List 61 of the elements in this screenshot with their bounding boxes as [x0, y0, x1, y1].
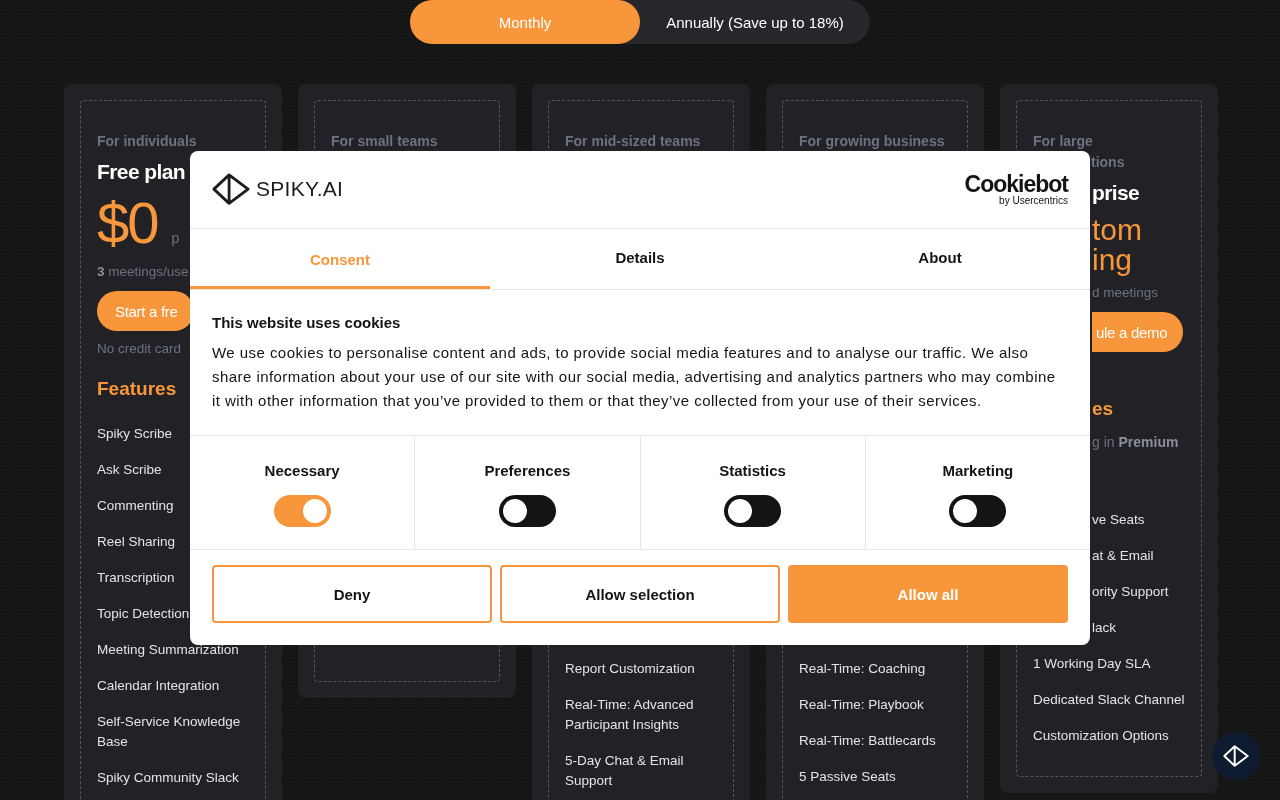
dialog-title: This website uses cookies — [212, 314, 402, 331]
feature-item: Transcription — [97, 569, 176, 587]
feature-item: Real-Time: Playbook — [799, 696, 925, 714]
plan-audience: For individuals — [97, 132, 197, 151]
feature-item: 5 Passive Seats — [799, 768, 897, 786]
features-heading: Features — [97, 378, 177, 400]
credit-card-note: No credit card — [97, 341, 182, 356]
consent-switch[interactable] — [724, 495, 782, 527]
plan-price: $0 — [97, 190, 158, 256]
price-note: p — [171, 230, 180, 246]
category-label: Statistics — [719, 462, 786, 479]
plan-name: Free plan — [97, 160, 185, 184]
plan-audience: For large — [1033, 132, 1093, 151]
feature-item: Dedicated Slack Channel — [1033, 691, 1185, 709]
feature-item: 5-Day Chat & Email Support — [565, 752, 685, 790]
consent-switch[interactable] — [498, 495, 556, 527]
features-heading: es — [1092, 398, 1114, 420]
consent-switch[interactable] — [273, 495, 331, 527]
feature-item: Report Customization — [565, 660, 696, 678]
feature-item: Real-Time: Battlecards — [799, 732, 937, 750]
billing-option[interactable]: Annually (Save up to 18%) — [640, 0, 870, 44]
plan-audience: For mid-sized teams — [565, 132, 701, 151]
chat-launcher-button[interactable] — [1212, 732, 1260, 780]
feature-item: Topic Detection — [97, 605, 191, 623]
category-label: Preferences — [484, 462, 571, 479]
feature-item: Ask Scribe — [97, 461, 163, 479]
plan-price: ing — [1092, 245, 1133, 275]
feature-item: lack — [1092, 619, 1117, 637]
includes-note: g in Premium — [1092, 434, 1179, 450]
logo-text: SPIKY.AI — [256, 177, 344, 202]
brand-name: Cookiebot — [964, 173, 1068, 196]
feature-item: Spiky Scribe — [97, 425, 174, 443]
diamond-logo-icon — [1223, 744, 1249, 768]
plan-price: tom — [1092, 215, 1142, 245]
feature-item: Commenting — [97, 497, 175, 515]
category-label: Necessary — [264, 462, 340, 479]
plan-audience: For growing business — [799, 132, 945, 151]
feature-item: at & Email — [1092, 547, 1155, 565]
feature-item: Real-Time: Coaching — [799, 660, 927, 678]
feature-item: Calendar Integration — [97, 677, 221, 695]
feature-item: Customization Options — [1033, 727, 1170, 745]
meetings-limit: 3 meetings/use — [97, 264, 189, 279]
consent-button[interactable]: Allow selection — [500, 565, 780, 623]
brand-tagline: by Usercentrics — [999, 196, 1068, 206]
dialog-text: We use cookies to personalise content and ads, to provide social media features and to analyse our traffic. We also share information about your use of our site with our social media, advertising and analytics partners who may combine it with other information that you’ve provided to them or that they’ve collected from your use of their services. — [212, 343, 1057, 411]
diamond-logo-icon — [212, 173, 250, 206]
category-label: Marketing — [942, 462, 1014, 479]
consent-button[interactable]: Deny — [212, 565, 492, 623]
feature-item: Self-Service Knowledge Base — [97, 713, 242, 751]
feature-item: Real-Time: Advanced Participant Insights — [565, 696, 695, 734]
feature-item: Reel Sharing — [97, 533, 177, 551]
feature-item: 1 Working Day SLA — [1033, 655, 1152, 673]
plan-audience: For small teams — [331, 132, 438, 151]
feature-item: Spiky Community Slack — [97, 769, 240, 787]
consent-switch[interactable] — [949, 495, 1007, 527]
feature-item: ve Seats — [1092, 511, 1146, 529]
plan-name: prise — [1092, 181, 1140, 205]
plan-audience: tions — [1091, 153, 1125, 172]
feature-item: ority Support — [1092, 583, 1170, 601]
feature-item: Meeting Summarization — [97, 641, 240, 659]
meetings-limit: d meetings — [1092, 285, 1159, 300]
